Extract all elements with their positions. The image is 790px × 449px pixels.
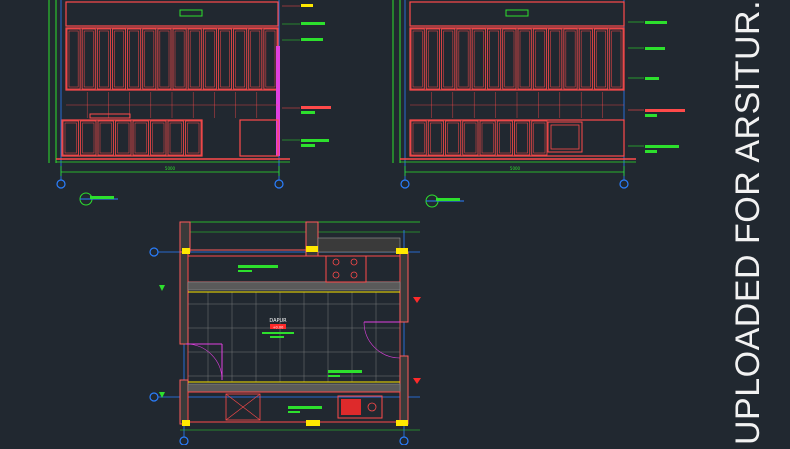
upper-cabinet-door-panel: [489, 30, 499, 88]
upper-cabinet-door-panel: [68, 30, 79, 88]
upper-cabinet-door-panel: [504, 30, 515, 88]
lower-cabinet-door: [531, 120, 548, 156]
upper-cabinet-door-panel: [205, 30, 215, 88]
upper-cabinet-door-panel: [412, 30, 423, 88]
lower-cabinet-door: [115, 120, 132, 156]
upper-cabinet-door-panel: [220, 30, 230, 88]
lower-cabinet-door: [445, 120, 462, 156]
upper-cabinet-door-panel: [265, 30, 276, 88]
upper-cabinet-door-panel: [580, 30, 591, 88]
upper-cabinet-door-panel: [443, 30, 454, 88]
lower-cabinet-door: [62, 120, 79, 156]
lower-cabinet-door: [514, 120, 531, 156]
upper-cabinet-door-panel: [114, 30, 124, 88]
upper-cabinet-door-panel: [235, 30, 245, 88]
elevation-left-dimension: 5000: [165, 166, 176, 171]
lower-cabinet-door-panel: [117, 122, 130, 154]
lower-cabinet-door-panel: [481, 122, 494, 154]
lower-cabinet-door-panel: [134, 122, 147, 154]
lower-cabinet-doors-left: [62, 120, 202, 156]
lower-cabinet-door: [132, 120, 149, 156]
lower-cabinet-door: [496, 120, 513, 156]
lower-cabinet-door-panel: [430, 122, 442, 154]
floor-tile-grid: [188, 292, 400, 382]
lower-cabinet-door: [167, 120, 184, 156]
upper-cabinet-door-panel: [189, 30, 200, 88]
upper-cabinet-door-panel: [428, 30, 438, 88]
upper-cabinet-door-panel: [596, 30, 606, 88]
upper-cabinet-door-panel: [174, 30, 185, 88]
elevation-right-dimension: 5000: [510, 166, 521, 171]
backsplash-tiles-right: [410, 92, 624, 118]
lower-cabinet-door-panel: [169, 122, 182, 154]
upper-cabinet-door-panel: [473, 30, 484, 88]
upper-cabinet-door-panel: [519, 30, 530, 88]
upper-cabinet-door-panel: [83, 30, 94, 88]
lower-cabinet-door-panel: [152, 122, 165, 154]
upper-cabinet-door-panel: [565, 30, 576, 88]
lower-cabinet-doors-right: [410, 120, 548, 156]
upper-cabinet-door-panel: [159, 30, 170, 88]
lower-cabinet-door-panel: [516, 122, 528, 154]
kitchen-floor-plan: DAPUR +0.00: [149, 221, 421, 446]
annotation-leaders-right: [628, 21, 685, 153]
room-name: DAPUR: [269, 318, 287, 324]
upper-cabinet-door-panel: [550, 30, 561, 88]
lower-cabinet-door: [479, 120, 496, 156]
room-level: +0.00: [273, 326, 284, 330]
cad-drawing-canvas: 5000 5000 DAPUR +0.00 UPLOADED FOR ARSIT…: [0, 0, 790, 446]
watermark-text: UPLOADED FOR ARSITUR.COM: [729, 0, 767, 445]
lower-cabinet-door-panel: [412, 122, 425, 154]
lower-cabinet-door-panel: [64, 122, 77, 154]
kitchen-cad-drawing: 5000 5000 DAPUR +0.00: [48, 0, 685, 446]
lower-cabinet-door: [427, 120, 444, 156]
lower-cabinet-door-panel: [82, 122, 95, 154]
lower-cabinet-door-panel: [533, 122, 546, 154]
upper-cabinet-door-panel: [458, 30, 469, 88]
lower-cabinet-door: [150, 120, 167, 156]
upper-cabinet-door-panel: [99, 30, 109, 88]
lower-cabinet-door: [462, 120, 479, 156]
lower-cabinet-door-panel: [499, 122, 511, 154]
upper-cabinet-doors-right: [410, 28, 624, 90]
lower-cabinet-door-panel: [187, 122, 200, 154]
elevation-left: 5000: [48, 0, 331, 206]
elevation-right: 5000: [392, 0, 685, 208]
upper-cabinet-door-panel: [129, 30, 139, 88]
upper-cabinet-door-panel: [535, 30, 545, 88]
upper-cabinet-door-panel: [611, 30, 622, 88]
lower-cabinet-door-panel: [464, 122, 477, 154]
lower-cabinet-door-panel: [99, 122, 112, 154]
lower-cabinet-door: [185, 120, 202, 156]
lower-cabinet-door: [97, 120, 114, 156]
upper-cabinet-doors-left: [66, 28, 278, 90]
lower-cabinet-door: [80, 120, 97, 156]
upper-cabinet-door-panel: [144, 30, 155, 88]
lower-cabinet-door-panel: [447, 122, 459, 154]
annotation-leaders-left: [282, 4, 331, 147]
upper-cabinet-door-panel: [250, 30, 261, 88]
lower-cabinet-door: [410, 120, 427, 156]
